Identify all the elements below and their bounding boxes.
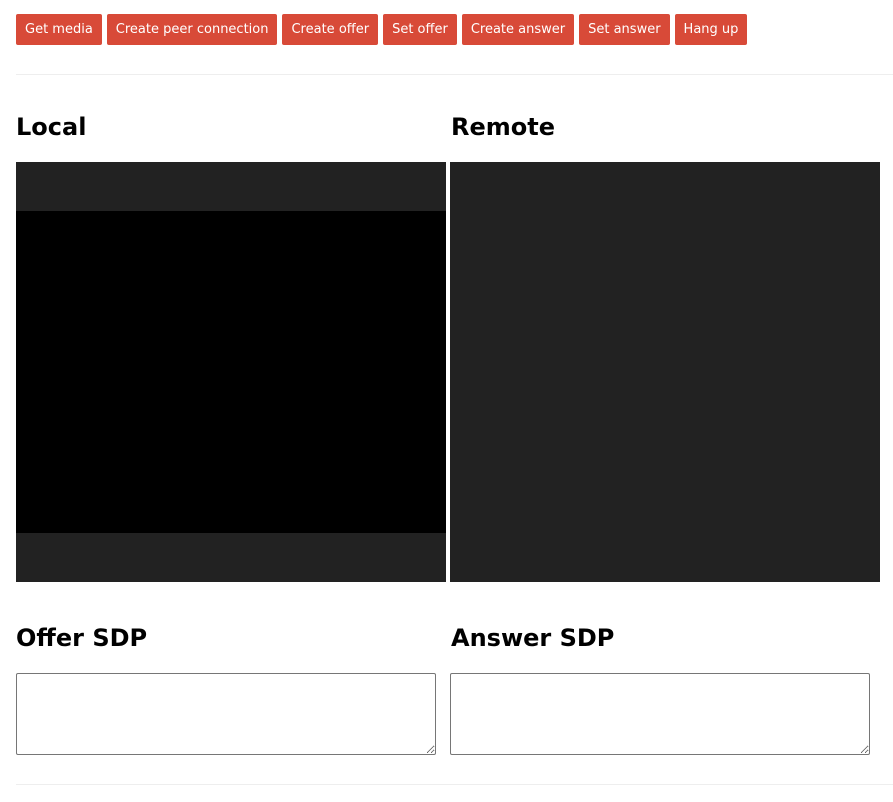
local-video[interactable] — [16, 162, 446, 582]
webrtc-demo-page: Get media Create peer connection Create … — [0, 0, 893, 802]
create-answer-button[interactable]: Create answer — [461, 14, 575, 45]
answer-sdp-heading: Answer SDP — [451, 624, 615, 652]
get-media-button[interactable]: Get media — [16, 14, 102, 45]
answer-sdp-textarea[interactable] — [450, 673, 870, 755]
local-video-frame — [16, 211, 446, 533]
toolbar: Get media Create peer connection Create … — [16, 14, 748, 45]
bottom-divider — [16, 784, 893, 785]
top-divider — [16, 74, 893, 75]
offer-sdp-heading: Offer SDP — [16, 624, 148, 652]
local-heading: Local — [16, 113, 87, 141]
remote-heading: Remote — [451, 113, 556, 141]
hang-up-button[interactable]: Hang up — [674, 14, 748, 45]
set-offer-button[interactable]: Set offer — [383, 14, 457, 45]
offer-sdp-textarea[interactable] — [16, 673, 436, 755]
set-answer-button[interactable]: Set answer — [579, 14, 670, 45]
remote-video[interactable] — [450, 162, 880, 582]
create-peer-connection-button[interactable]: Create peer connection — [106, 14, 278, 45]
create-offer-button[interactable]: Create offer — [282, 14, 379, 45]
